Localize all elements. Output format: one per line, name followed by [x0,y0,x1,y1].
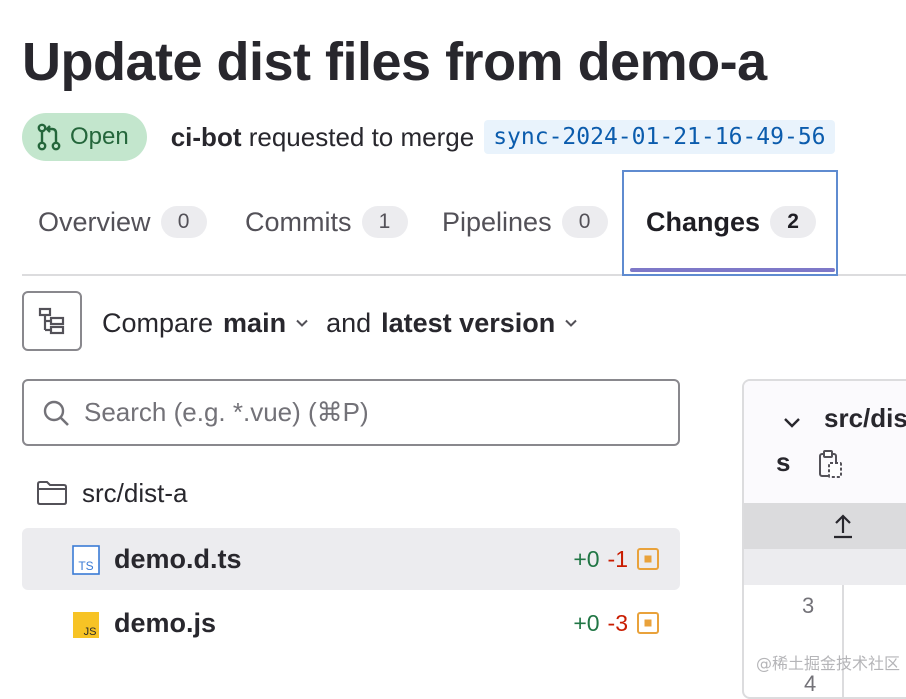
line-number-gutter [744,585,844,697]
folder-name: src/dist-a [82,477,188,508]
tab-count: 1 [361,206,408,238]
tab-commits[interactable]: Commits 1 [245,172,408,272]
tab-label: Commits [245,206,352,237]
base-branch-label: main [223,307,287,338]
file-stats: +0 -1 [573,546,660,573]
file-search[interactable] [22,379,680,446]
action-text: requested to merge [248,121,475,152]
source-branch[interactable]: sync-2024-01-21-16-49-56 [484,120,835,154]
diff-file-path[interactable]: src/dis [824,403,906,434]
lines-removed: -3 [607,609,628,636]
search-input[interactable] [82,396,646,429]
tab-focus-outline [622,170,838,276]
chevron-down-icon [296,319,308,327]
lines-added: +0 [573,609,600,636]
lines-added: +0 [573,545,600,572]
tab-count: 0 [561,206,608,238]
version-dropdown[interactable]: latest version [381,308,579,339]
file-name: demo.js [114,607,217,638]
merge-request-tabs: Overview 0 Commits 1 Pipelines 0 Changes… [22,170,906,276]
file-row-demo-js[interactable]: JS demo.js +0 -3 [22,592,680,654]
folder-icon [37,481,67,505]
compare-prefix: Compare [102,307,214,338]
active-tab-indicator [630,268,835,272]
merge-request-meta: Open ci-bot requested to merge sync-2024… [22,112,835,162]
copy-path-icon[interactable] [818,449,844,479]
tab-pipelines[interactable]: Pipelines 0 [442,172,608,272]
tab-overview[interactable]: Overview 0 [38,172,207,272]
page-title: Update dist files from demo-a [22,32,767,92]
search-icon [43,400,69,426]
file-modified-icon [637,548,659,570]
status-badge: Open [22,113,147,161]
chevron-down-icon[interactable] [782,415,802,431]
svg-text:JS: JS [84,626,97,638]
diff-spacer-row [744,549,906,585]
diff-file-path-continued: s [776,447,791,477]
expand-up-icon[interactable] [832,513,854,539]
file-tree-icon [38,307,65,335]
tab-label: Pipelines [442,206,552,237]
tab-label: Overview [38,206,151,237]
tab-count: 0 [160,206,207,238]
watermark: @稀土掘金技术社区 [755,654,900,673]
file-name: demo.d.ts [114,543,242,574]
base-branch-dropdown[interactable]: main [223,308,310,339]
compare-versions: Compare main and latest version [102,300,579,346]
status-label: Open [70,123,129,150]
expand-lines-row[interactable] [744,503,906,549]
js-file-icon: JS [73,612,99,638]
svg-text:TS: TS [78,559,93,573]
file-tree-toggle-button[interactable] [22,291,82,351]
folder-row[interactable]: src/dist-a [36,470,187,516]
line-number: 4 [804,671,817,696]
compare-joiner: and [326,307,372,338]
ts-file-icon: TS [72,545,100,575]
chevron-down-icon [565,319,577,327]
file-stats: +0 -3 [573,610,660,637]
diff-file-header: src/dis s [744,381,906,503]
file-modified-icon [637,612,659,634]
version-label: latest version [381,307,556,338]
merge-request-icon [37,123,61,151]
file-row-demo-d-ts[interactable]: TS demo.d.ts +0 -1 [22,528,680,590]
line-number: 3 [802,593,815,618]
lines-removed: -1 [607,545,628,572]
author-link[interactable]: ci-bot [171,122,242,152]
